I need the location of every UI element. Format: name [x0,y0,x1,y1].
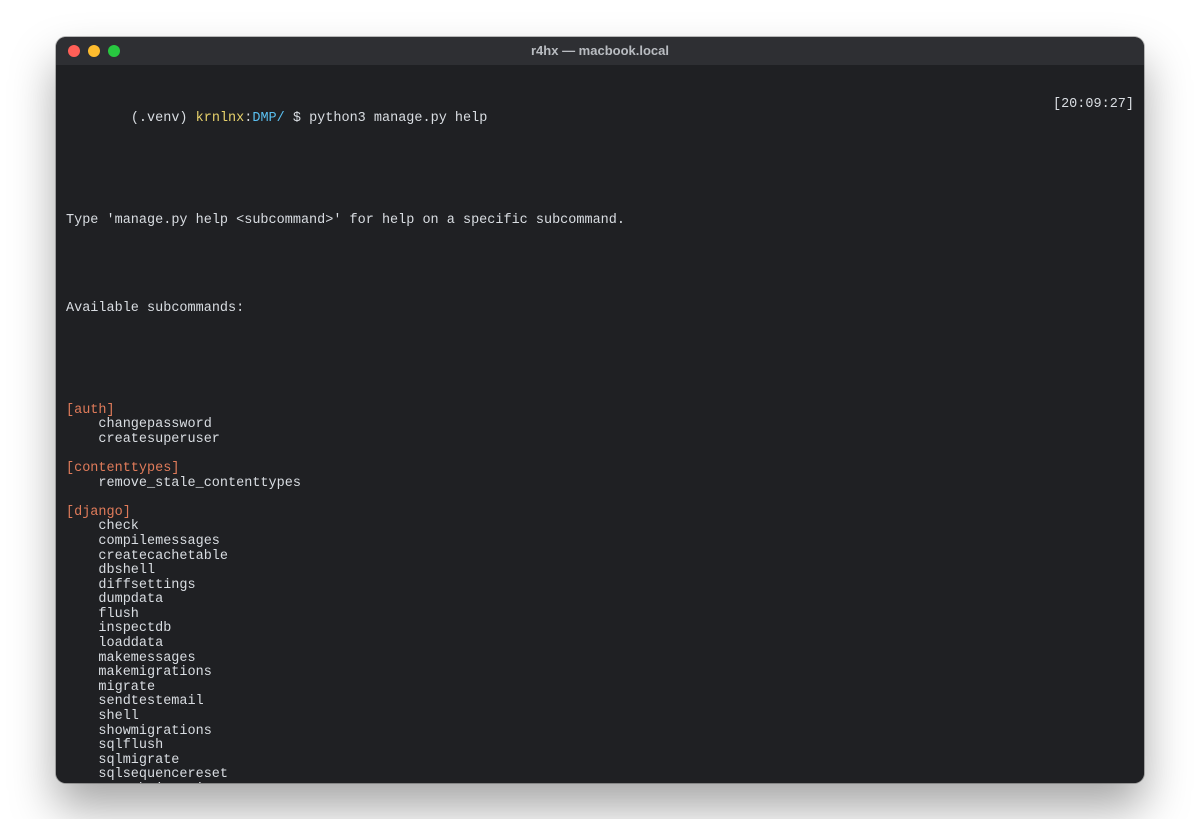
subcommand-item: makemessages [66,652,1134,667]
titlebar: r4hx — macbook.local [56,37,1144,65]
subcommand-item: sqlsequencereset [66,768,1134,782]
group-header: [auth] [66,404,1134,419]
available-subcommands-label: Available subcommands: [66,302,1134,317]
cwd-path: DMP/ [252,111,284,126]
blank-line [66,491,1134,506]
subcommand-item: compilemessages [66,535,1134,550]
subcommand-item: diffsettings [66,579,1134,594]
subcommand-item: sendtestemail [66,695,1134,710]
timestamp: [20:09:27] [1053,98,1134,142]
subcommand-item: createcachetable [66,550,1134,565]
subcommand-item: dbshell [66,564,1134,579]
terminal-window: r4hx — macbook.local (.venv) krnlnx:DMP/… [56,37,1144,783]
subcommand-item: loaddata [66,637,1134,652]
username: krnlnx [196,111,245,126]
blank-line [66,258,1134,273]
subcommand-item: changepassword [66,418,1134,433]
subcommand-item: sqlmigrate [66,754,1134,769]
subcommand-item: dumpdata [66,593,1134,608]
close-icon[interactable] [68,45,80,57]
blank-line [66,448,1134,463]
blank-line [66,171,1134,186]
subcommand-item: showmigrations [66,725,1134,740]
subcommand-item: check [66,520,1134,535]
subcommand-item: makemigrations [66,666,1134,681]
subcommand-groups: [auth]changepasswordcreatesuperuser [cont… [66,404,1134,783]
group-header: [django] [66,506,1134,521]
blank-line [66,345,1134,360]
subcommand-item: inspectdb [66,622,1134,637]
group-header: [contenttypes] [66,462,1134,477]
minimize-icon[interactable] [88,45,100,57]
prompt-line-1: (.venv) krnlnx:DMP/ $ python3 manage.py … [66,98,1134,142]
help-text: Type 'manage.py help <subcommand>' for h… [66,214,1134,229]
subcommand-item: flush [66,608,1134,623]
subcommand-item: shell [66,710,1134,725]
traffic-lights [68,45,120,57]
subcommand-item: remove_stale_contenttypes [66,477,1134,492]
zoom-icon[interactable] [108,45,120,57]
prompt-symbol: $ [285,111,309,126]
subcommand-item: createsuperuser [66,433,1134,448]
terminal-content[interactable]: (.venv) krnlnx:DMP/ $ python3 manage.py … [56,65,1144,783]
venv-label: (.venv) [131,111,188,126]
typed-command: python3 manage.py help [309,111,487,126]
window-title: r4hx — macbook.local [56,43,1144,58]
subcommand-item: sqlflush [66,739,1134,754]
subcommand-item: migrate [66,681,1134,696]
